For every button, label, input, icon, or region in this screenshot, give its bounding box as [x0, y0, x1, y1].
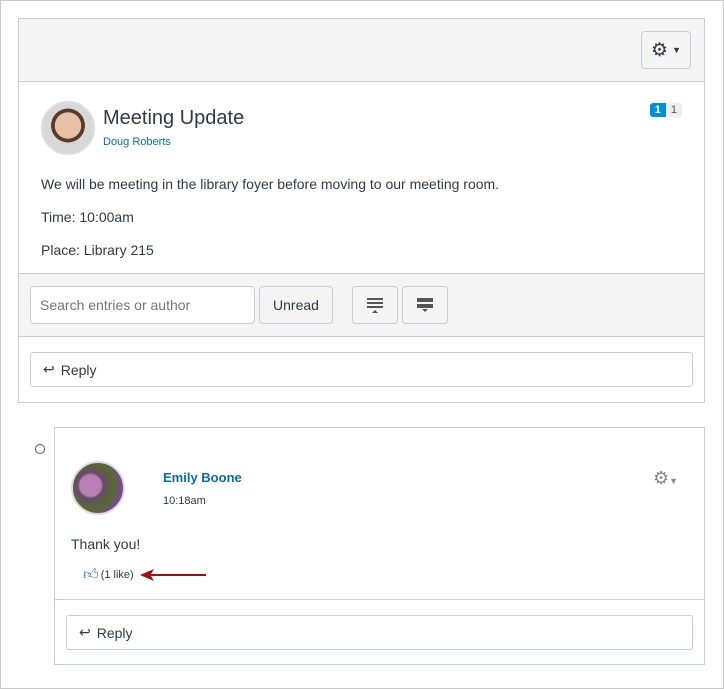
unread-filter-button[interactable]: Unread	[259, 286, 333, 324]
gear-icon: ⚙	[652, 468, 670, 488]
caret-down-icon: ▼	[672, 45, 681, 55]
unread-badge: 1	[649, 103, 666, 117]
entry-settings-button[interactable]: ⚙▼	[653, 468, 678, 489]
thumbs-up-icon[interactable]: 👍︎	[83, 566, 99, 584]
entry-author-avatar[interactable]	[71, 461, 125, 515]
collapse-all-button[interactable]	[402, 286, 448, 324]
reply-button[interactable]: ↩ Reply	[30, 352, 693, 387]
like-control[interactable]: 👍︎ (1 like)	[83, 566, 206, 584]
reply-label: Reply	[60, 361, 97, 378]
topic-body-line: Time: 10:00am	[41, 209, 134, 225]
search-input[interactable]	[30, 286, 255, 324]
topic-title: Meeting Update	[103, 107, 245, 129]
reply-label: Reply	[96, 624, 133, 641]
unread-count-badge: 11	[649, 103, 682, 117]
reply-arrow-icon: ↩	[43, 361, 55, 377]
discussion-toolbar: Unread	[19, 273, 704, 337]
discussion-entry: Emily Boone 10:18am ⚙▼ Thank you! 👍︎ (1 l…	[54, 427, 705, 665]
caret-down-icon: ▼	[669, 476, 678, 486]
entry-author-link[interactable]: Emily Boone	[163, 470, 242, 485]
expand-all-button[interactable]	[352, 286, 398, 324]
expand-icon	[367, 298, 383, 313]
topic-body-line: Place: Library 215	[41, 242, 154, 258]
gear-icon: ⚙	[651, 39, 669, 61]
reply-arrow-icon: ↩	[79, 624, 91, 640]
annotation-arrow-icon	[139, 569, 206, 581]
collapse-icon	[417, 298, 433, 312]
divider	[55, 599, 704, 600]
unread-indicator[interactable]	[35, 444, 45, 454]
topic-body-line: We will be meeting in the library foyer …	[41, 176, 500, 192]
entry-message: Thank you!	[71, 536, 141, 552]
settings-menu-button[interactable]: ⚙ ▼	[641, 31, 691, 69]
author-link[interactable]: Doug Roberts	[103, 136, 171, 148]
entry-timestamp: 10:18am	[163, 495, 206, 507]
author-avatar[interactable]	[41, 101, 95, 155]
topic-header-bar: ⚙ ▼	[19, 19, 704, 82]
total-badge: 1	[665, 103, 682, 117]
discussion-topic: ⚙ ▼ Meeting Update Doug Roberts 11 We wil…	[18, 18, 705, 403]
entry-reply-button[interactable]: ↩ Reply	[66, 615, 693, 650]
like-count: (1 like)	[100, 569, 134, 581]
